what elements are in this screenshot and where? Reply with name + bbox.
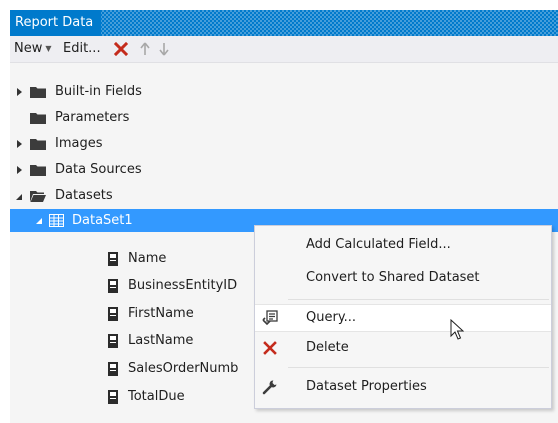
panel-title-bar[interactable]: Report Data (10, 10, 558, 36)
arrow-up-icon[interactable] (140, 42, 150, 56)
tree-item-images[interactable]: Images (10, 131, 558, 157)
field-label: SalesOrderNumb (128, 361, 239, 376)
folder-icon (30, 165, 46, 176)
tree-item-built-in-fields[interactable]: Built-in Fields (10, 79, 558, 105)
menu-item-label: Query... (306, 310, 357, 325)
folder-icon (30, 113, 46, 124)
field-label: LastName (128, 333, 194, 348)
folder-icon (30, 87, 46, 98)
tree-item-label: Data Sources (55, 162, 142, 177)
panel-title: Report Data (10, 10, 102, 36)
menu-separator (288, 299, 549, 300)
menu-item-add-calculated-field[interactable]: Add Calculated Field... (255, 231, 551, 259)
tree-item-datasets[interactable]: Datasets (10, 183, 558, 209)
toolbar: New ▼ Edit... (10, 36, 558, 63)
expand-arrow-icon[interactable] (17, 166, 22, 174)
edit-button-label: Edit... (63, 41, 101, 56)
chevron-down-icon: ▼ (45, 44, 52, 53)
collapse-arrow-icon[interactable] (16, 194, 22, 200)
tree-item-data-sources[interactable]: Data Sources (10, 157, 558, 183)
menu-item-query[interactable]: Query... (255, 304, 551, 332)
tree-item-label: DataSet1 (72, 213, 133, 228)
field-icon (108, 307, 118, 321)
open-folder-icon (30, 191, 46, 202)
field-icon (108, 362, 118, 376)
tree-item-parameters[interactable]: Parameters (10, 105, 558, 131)
field-icon (108, 279, 118, 293)
field-label: TotalDue (128, 389, 185, 404)
field-label: FirstName (128, 306, 194, 321)
edit-button[interactable]: Edit... (63, 36, 101, 62)
menu-separator (288, 367, 549, 368)
expand-arrow-icon[interactable] (17, 88, 22, 96)
query-icon (262, 310, 278, 326)
field-label: BusinessEntityID (128, 278, 238, 293)
folder-icon (30, 139, 46, 150)
tree-item-label: Parameters (55, 110, 130, 125)
delete-icon[interactable] (114, 42, 128, 56)
new-button-label: New (14, 41, 43, 56)
expand-arrow-icon[interactable] (17, 140, 22, 148)
new-button[interactable]: New ▼ (14, 36, 52, 62)
menu-item-label: Add Calculated Field... (306, 237, 451, 252)
tree-item-label: Datasets (55, 188, 113, 203)
field-icon (108, 334, 118, 348)
arrow-down-icon[interactable] (159, 42, 169, 56)
menu-item-label: Convert to Shared Dataset (306, 270, 480, 285)
mouse-cursor-icon (450, 319, 464, 340)
wrench-icon (262, 380, 277, 395)
menu-item-label: Delete (306, 340, 349, 355)
menu-item-label: Dataset Properties (306, 379, 427, 394)
menu-item-convert-to-shared-dataset[interactable]: Convert to Shared Dataset (255, 264, 551, 292)
field-label: Name (128, 251, 167, 266)
field-icon (108, 252, 118, 266)
menu-item-delete[interactable]: Delete (255, 334, 551, 362)
dataset-table-icon (49, 214, 64, 227)
field-icon (108, 390, 118, 404)
delete-icon (263, 341, 277, 355)
context-menu: Add Calculated Field... Convert to Share… (254, 225, 552, 409)
collapse-arrow-icon[interactable] (36, 218, 42, 224)
tree-item-label: Images (55, 136, 103, 151)
menu-item-dataset-properties[interactable]: Dataset Properties (255, 373, 551, 401)
tree-item-label: Built-in Fields (55, 84, 142, 99)
